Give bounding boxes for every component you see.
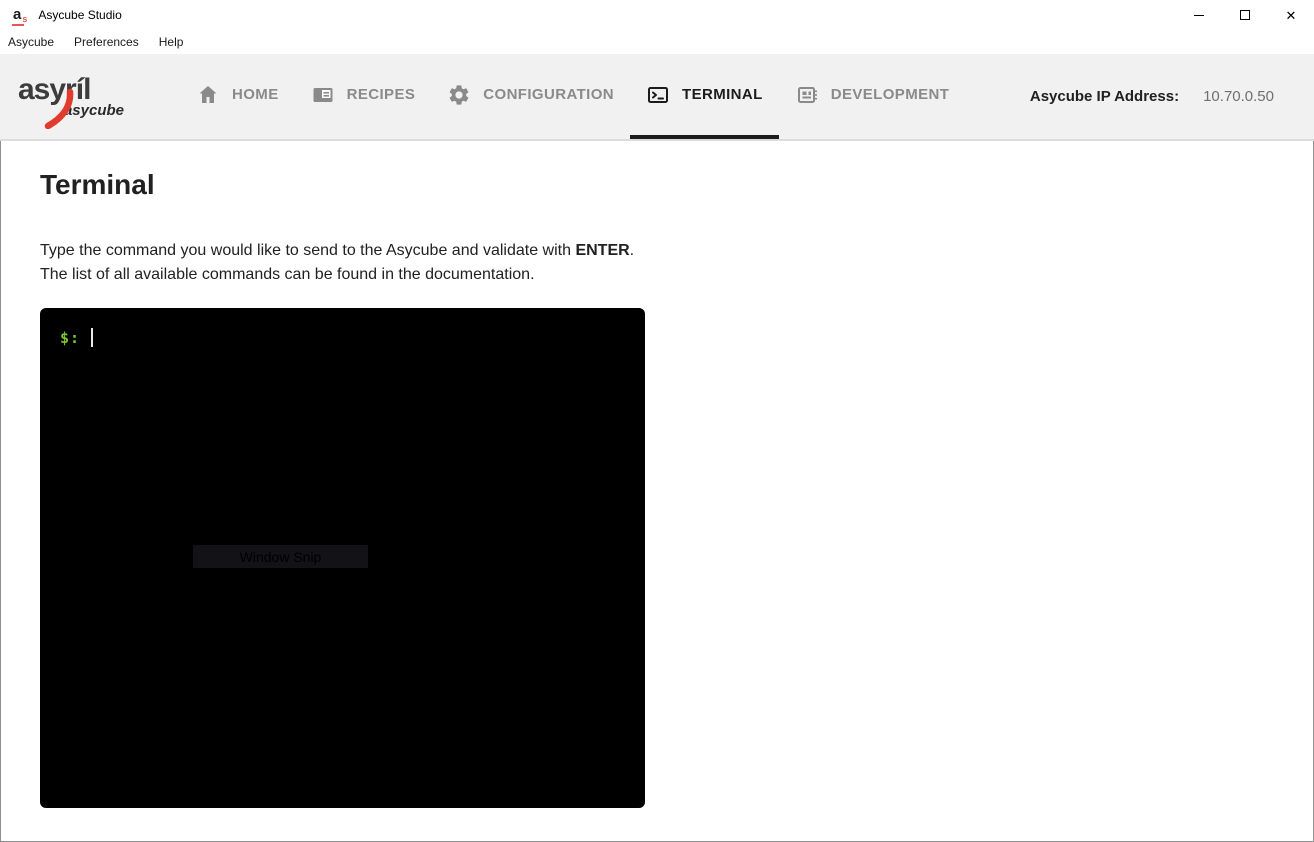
ip-address-value: 10.70.0.50 bbox=[1203, 88, 1274, 105]
asycube-ip-address: Asycube IP Address: 10.70.0.50 bbox=[1030, 88, 1274, 105]
app-icon: as bbox=[12, 5, 28, 26]
ip-address-label: Asycube IP Address: bbox=[1029, 88, 1180, 105]
tab-label: RECIPES bbox=[346, 86, 416, 103]
app-header: asyríl asycube HOME RECIPES CONFIGURATIO… bbox=[0, 54, 1314, 141]
tab-label: DEVELOPMENT bbox=[830, 86, 950, 103]
logo-wordmark: asyríl bbox=[18, 74, 138, 129]
instructions-line-1: Type the command you would like to send … bbox=[40, 242, 635, 259]
window-snip-overlay: Window Snip bbox=[193, 545, 368, 568]
terminal-prompt: $: bbox=[60, 328, 81, 347]
minimize-icon bbox=[1194, 14, 1204, 16]
window-controls: ✕ bbox=[1176, 0, 1314, 30]
tab-configuration[interactable]: CONFIGURATION bbox=[431, 54, 630, 139]
terminal-cursor bbox=[91, 328, 94, 347]
terminal-console[interactable]: $: Window Snip bbox=[40, 308, 645, 808]
close-button[interactable]: ✕ bbox=[1268, 0, 1314, 30]
terminal-prompt-line: $: bbox=[60, 328, 645, 347]
developer-board-icon bbox=[795, 83, 819, 107]
minimize-button[interactable] bbox=[1176, 0, 1222, 30]
home-icon bbox=[196, 83, 220, 107]
tab-terminal[interactable]: TERMINAL bbox=[630, 54, 779, 139]
menu-asycube[interactable]: Asycube bbox=[8, 30, 64, 54]
main-content: Terminal Type the command you would like… bbox=[0, 141, 1314, 808]
asyril-logo: asyríl asycube bbox=[18, 74, 138, 129]
maximize-button[interactable] bbox=[1222, 0, 1268, 30]
tab-label: CONFIGURATION bbox=[483, 86, 615, 103]
maximize-icon bbox=[1240, 10, 1250, 20]
window-title: Asycube Studio bbox=[38, 8, 122, 22]
page-title: Terminal bbox=[40, 169, 155, 200]
tab-label: TERMINAL bbox=[682, 86, 763, 103]
main-nav: HOME RECIPES CONFIGURATION TERMINAL DEVE… bbox=[180, 54, 965, 139]
menu-bar: Asycube Preferences Help bbox=[0, 30, 1314, 54]
instructions-text: Type the command you would like to send … bbox=[40, 239, 1274, 287]
settings-gear-icon bbox=[447, 83, 471, 107]
tab-home[interactable]: HOME bbox=[180, 54, 295, 139]
menu-preferences[interactable]: Preferences bbox=[64, 30, 149, 54]
recipes-icon bbox=[311, 83, 335, 107]
title-bar: as Asycube Studio ✕ bbox=[0, 0, 1314, 30]
tab-development[interactable]: DEVELOPMENT bbox=[779, 54, 966, 139]
menu-help[interactable]: Help bbox=[149, 30, 194, 54]
instructions-line-2: The list of all available commands can b… bbox=[40, 266, 535, 283]
close-icon: ✕ bbox=[1285, 7, 1297, 23]
tab-recipes[interactable]: RECIPES bbox=[295, 54, 432, 139]
tab-label: HOME bbox=[232, 86, 279, 103]
terminal-icon bbox=[646, 83, 670, 107]
